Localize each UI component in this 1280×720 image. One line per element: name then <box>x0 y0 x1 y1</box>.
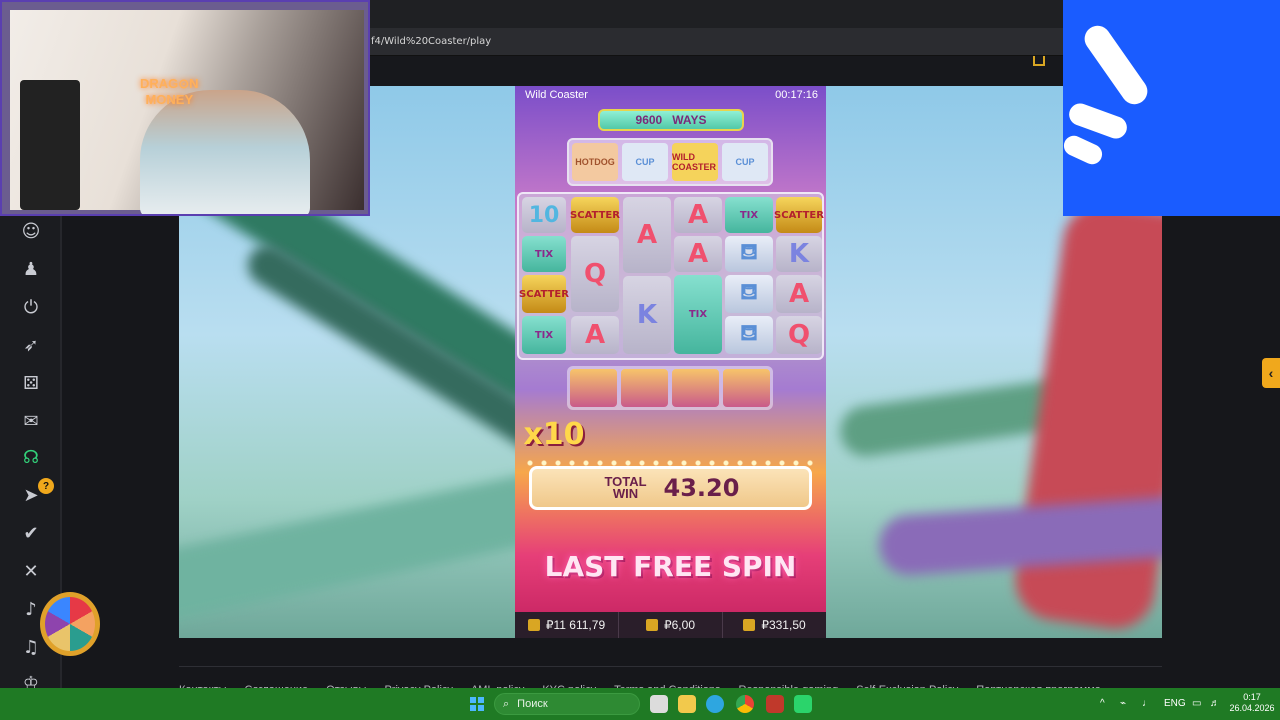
total-win-value: 43.20 <box>663 474 740 502</box>
last-free-spin-banner: LAST FREE SPIN <box>544 549 797 583</box>
a-symbol: A <box>674 197 722 233</box>
screen: f4/Wild%20Coaster/play ☺ ♟ ⏻ ➶ ⚄ ✉ ☊ ➤ ✔… <box>0 0 1280 720</box>
task-view-icon[interactable] <box>650 695 668 713</box>
fortune-wheel-icon[interactable] <box>40 592 100 656</box>
wild-symbol: WILD COASTER <box>672 143 718 181</box>
windows-start-icon[interactable] <box>470 697 484 711</box>
cup-symbol: CUP <box>622 143 668 181</box>
total-win-panel: TOTAL WIN 43.20 <box>529 466 812 510</box>
carousel-symbol <box>570 369 617 407</box>
win-stat: ₽331,50 <box>723 612 826 638</box>
footer-divider <box>179 666 1162 667</box>
neon-line-1: DRAG⊙N <box>140 76 199 91</box>
game-title: Wild Coaster <box>525 89 588 101</box>
cup-icon: ⛾ <box>725 316 773 354</box>
ten-symbol: 10 <box>522 197 566 233</box>
total-win-label: TOTAL WIN <box>602 475 650 501</box>
ferris-wheel-symbol <box>621 369 668 407</box>
a-symbol: A <box>776 275 822 313</box>
shield-app-icon[interactable] <box>766 695 784 713</box>
ways-banner: 9600 WAYS <box>598 109 744 131</box>
sound-icon[interactable]: ♫ <box>20 636 42 658</box>
top-reel: HOTDOG CUP WILD COASTER CUP <box>567 138 773 186</box>
taskbar-search[interactable]: ⌕ Поиск <box>494 693 640 715</box>
multiplier: x10 <box>523 416 585 452</box>
clock-date: 26.04.2026 <box>1229 703 1275 713</box>
neon-sign: DRAG⊙N MONEY <box>140 76 199 108</box>
scatter-symbol: SCATTER <box>774 197 824 233</box>
balance-value: ₽11 611,79 <box>545 618 606 632</box>
streamer-shape <box>140 90 310 214</box>
cup-icon: ⛾ <box>725 236 773 272</box>
a-symbol: A <box>674 236 722 272</box>
session-timer: 00:17:16 <box>775 89 818 101</box>
fullscreen-icon[interactable] <box>1033 56 1045 66</box>
app-icon[interactable] <box>794 695 812 713</box>
power-icon[interactable]: ⏻ <box>20 296 42 318</box>
x-icon[interactable]: ✕ <box>20 560 42 582</box>
vk-icon[interactable]: ✔ <box>20 522 42 544</box>
neon-line-2: MONEY <box>145 92 194 107</box>
win-value: ₽331,50 <box>761 618 806 632</box>
bell-icon[interactable]: ♪ <box>20 598 42 620</box>
bet-value: ₽6,00 <box>664 618 695 632</box>
win-icon <box>743 619 756 631</box>
clock-time: 0:17 <box>1243 692 1261 702</box>
stream-overlay-graphic <box>1063 0 1280 216</box>
gift-icon[interactable]: ✉ <box>20 410 42 432</box>
game-status-bar: ₽11 611,79 ₽6,00 ₽331,50 <box>515 612 826 638</box>
folder-icon[interactable] <box>678 695 696 713</box>
scatter-symbol: SCATTER <box>570 197 620 233</box>
carousel-symbol <box>723 369 770 407</box>
ways-label: WAYS <box>672 113 707 127</box>
volume-icon[interactable]: ♬ <box>1210 698 1220 709</box>
slot-game[interactable]: Wild Coaster 00:17:16 9600 WAYS HOTDOG C… <box>515 86 826 638</box>
scatter-symbol: SCATTER <box>519 275 569 313</box>
wallet-icon <box>527 619 540 631</box>
ticket-symbol: TIX <box>522 316 566 354</box>
language-indicator[interactable]: ENG <box>1164 698 1186 709</box>
robot-icon[interactable]: ☺ <box>20 220 42 242</box>
chrome-icon[interactable] <box>736 695 754 713</box>
search-icon: ⌕ <box>503 697 510 710</box>
chevron-left-icon[interactable]: ‹ <box>1262 358 1280 388</box>
reel-grid: 10 TIX SCATTER TIX SCATTER Q A A K A A T… <box>517 192 824 360</box>
k-symbol: K <box>623 276 671 354</box>
a-symbol: A <box>623 197 671 273</box>
bet-stat[interactable]: ₽6,00 <box>619 612 723 638</box>
balance-stat: ₽11 611,79 <box>515 612 619 638</box>
mic-icon[interactable]: ♩ <box>1142 698 1152 709</box>
display-icon[interactable]: ▭ <box>1192 698 1201 709</box>
windows-taskbar <box>0 688 1280 720</box>
ways-number: 9600 <box>635 113 663 127</box>
taskbar-clock[interactable]: 0:17 26.04.2026 <box>1228 692 1276 714</box>
ticket-symbol: TIX <box>725 197 773 233</box>
coins-icon <box>646 619 658 631</box>
hotdog-symbol: HOTDOG <box>572 143 618 181</box>
telegram-app-icon[interactable] <box>706 695 724 713</box>
a-symbol: A <box>571 316 619 354</box>
bottom-reel <box>567 366 773 410</box>
ticket-symbol: TIX <box>674 275 722 354</box>
dice-icon[interactable]: ⚄ <box>20 372 42 394</box>
ferris-wheel-symbol <box>672 369 719 407</box>
address-url[interactable]: f4/Wild%20Coaster/play <box>371 36 491 47</box>
cup-icon: ⛾ <box>725 275 773 313</box>
webcam-feed: DRAG⊙N MONEY <box>10 10 364 214</box>
webcam-overlay: DRAG⊙N MONEY <box>0 0 370 216</box>
q-symbol: Q <box>571 236 619 312</box>
chevron-up-icon[interactable]: ^ <box>1100 698 1105 709</box>
headset-icon[interactable]: ☊ <box>20 446 42 468</box>
network-icon[interactable]: ⌁ <box>1120 698 1126 709</box>
user-icon[interactable]: ♟ <box>20 258 42 280</box>
monitor-shape <box>20 80 80 210</box>
k-symbol: K <box>776 236 822 272</box>
total-label-line2: WIN <box>612 486 639 501</box>
search-placeholder: Поиск <box>517 698 548 710</box>
q-symbol: Q <box>776 316 822 354</box>
cup-symbol: CUP <box>722 143 768 181</box>
ticket-symbol: TIX <box>522 236 566 272</box>
rocket-icon[interactable]: ➶ <box>20 334 42 356</box>
telegram-badge: ? <box>38 478 54 494</box>
